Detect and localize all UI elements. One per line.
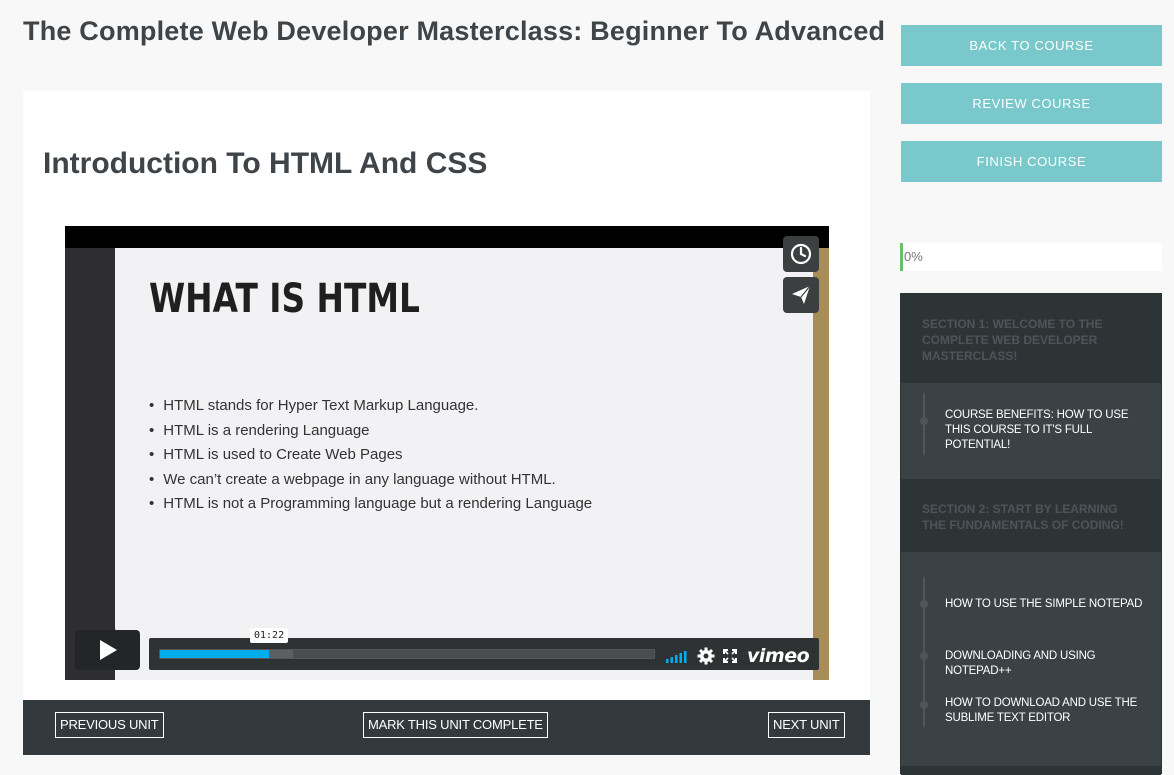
play-icon — [99, 640, 117, 660]
slide-left-border — [65, 248, 116, 680]
video-controls: 01:22 vimeo — [149, 628, 819, 670]
share-button[interactable] — [783, 277, 819, 313]
slide-bullets: HTML stands for Hyper Text Markup Langua… — [149, 394, 592, 517]
play-button[interactable] — [75, 630, 140, 670]
next-unit-button[interactable]: NEXT UNIT — [768, 712, 845, 738]
curriculum-unit[interactable]: HOW TO USE THE SIMPLE NOTEPAD — [945, 597, 1155, 612]
curriculum-unit[interactable]: COURSE BENEFITS: HOW TO USE THIS COURSE … — [945, 408, 1155, 453]
section-header[interactable]: SECTION 2: START BY LEARNING THE FUNDAME… — [901, 479, 1161, 552]
section-header[interactable]: SECTION 1: WELCOME TO THE COMPLETE WEB D… — [901, 294, 1161, 383]
unit-title: Introduction To HTML And CSS — [43, 147, 488, 180]
slide-heading: WHAT IS HTML — [149, 276, 420, 322]
video-frame: WHAT IS HTML HTML stands for Hyper Text … — [65, 248, 829, 680]
previous-unit-button[interactable]: PREVIOUS UNIT — [55, 712, 164, 738]
slide-bullet: HTML stands for Hyper Text Markup Langua… — [149, 394, 592, 419]
playback-progress — [160, 650, 269, 658]
volume-bars-icon[interactable] — [665, 649, 689, 663]
time-tooltip: 01:22 — [250, 628, 289, 643]
slide-bullet: HTML is used to Create Web Pages — [149, 443, 592, 468]
slide-bullet: HTML is a rendering Language — [149, 419, 592, 444]
fullscreen-icon[interactable] — [723, 649, 737, 663]
clock-icon — [790, 243, 812, 265]
course-curriculum: SECTION 1: WELCOME TO THE COMPLETE WEB D… — [900, 293, 1162, 775]
unit-status-dot — [920, 417, 928, 425]
video-player[interactable]: WHAT IS HTML HTML stands for Hyper Text … — [65, 226, 829, 680]
course-progress-bar: 0% — [900, 243, 1162, 271]
curriculum-unit[interactable]: HOW TO DOWNLOAD AND USE THE SUBLIME TEXT… — [945, 696, 1155, 726]
back-to-course-button[interactable]: BACK TO COURSE — [901, 25, 1162, 66]
unit-navigation: PREVIOUS UNIT MARK THIS UNIT COMPLETE NE… — [23, 700, 870, 755]
vimeo-logo[interactable]: vimeo — [747, 645, 810, 667]
course-title: The Complete Web Developer Masterclass: … — [23, 16, 886, 46]
unit-status-dot — [920, 600, 928, 608]
slide-bullet: We can’t create a webpage in any languag… — [149, 468, 592, 493]
unit-status-dot — [920, 652, 928, 660]
curriculum-unit[interactable]: DOWNLOADING AND USING NOTEPAD++ — [945, 649, 1155, 679]
finish-course-button[interactable]: FINISH COURSE — [901, 141, 1162, 182]
video-scrubber[interactable] — [159, 649, 655, 659]
paper-plane-icon — [792, 285, 811, 304]
slide-bullet: HTML is not a Programming language but a… — [149, 492, 592, 517]
gear-icon[interactable] — [697, 647, 715, 665]
watch-later-button[interactable] — [783, 236, 819, 272]
review-course-button[interactable]: REVIEW COURSE — [901, 83, 1162, 124]
mark-complete-button[interactable]: MARK THIS UNIT COMPLETE — [363, 712, 548, 738]
course-progress-label: 0% — [904, 249, 923, 264]
unit-status-dot — [920, 701, 928, 709]
unit-content: Introduction To HTML And CSS WHAT IS HTM… — [23, 91, 870, 701]
